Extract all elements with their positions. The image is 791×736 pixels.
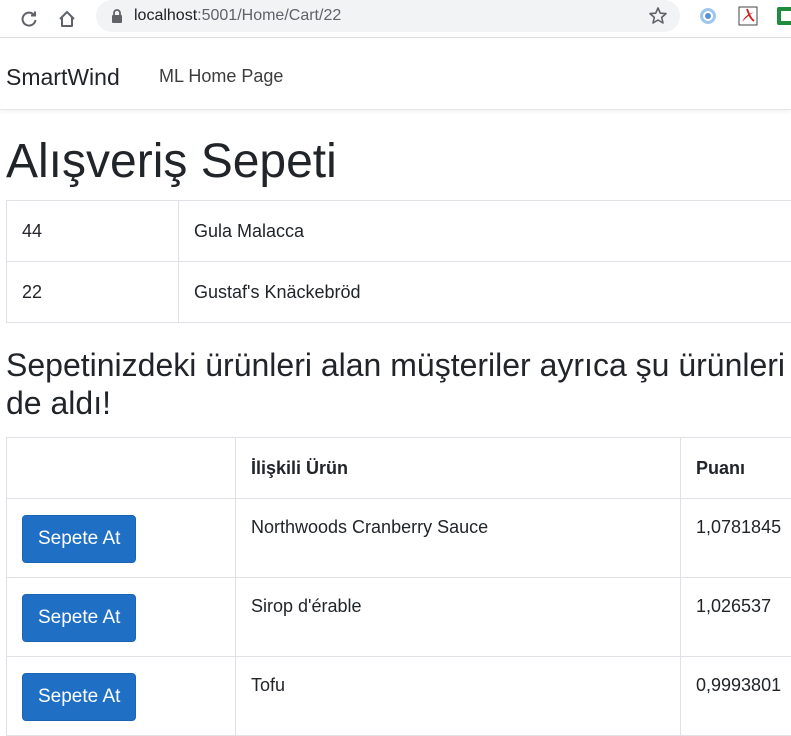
column-header-score: Puanı bbox=[681, 438, 791, 499]
action-cell: Sepete At bbox=[7, 578, 236, 657]
bookmark-star-icon[interactable] bbox=[648, 6, 668, 26]
cart-product-cell: Gustaf's Knäckebröd bbox=[179, 262, 791, 323]
cart-quantity-cell: 44 bbox=[7, 201, 179, 262]
site-navbar: SmartWind ML Home Page bbox=[0, 39, 791, 110]
table-row: Sepete At Northwoods Cranberry Sauce 1,0… bbox=[7, 499, 791, 578]
table-row: Sepete At Sirop d'érable 1,026537 bbox=[7, 578, 791, 657]
extension-globe-icon[interactable] bbox=[698, 6, 718, 26]
action-cell: Sepete At bbox=[7, 499, 236, 578]
browser-toolbar: localhost:5001/Home/Cart/22 bbox=[0, 0, 791, 38]
page-title: Alışveriş Sepeti bbox=[6, 133, 337, 191]
column-header-related-product: İlişkili Ürün bbox=[236, 438, 681, 499]
cart-table: 44 Gula Malacca 22 Gustaf's Knäckebröd bbox=[6, 200, 791, 323]
add-to-cart-button[interactable]: Sepete At bbox=[22, 594, 136, 642]
reload-button[interactable] bbox=[14, 4, 44, 34]
table-header-row: İlişkili Ürün Puanı bbox=[7, 438, 791, 499]
score-cell: 1,0781845 bbox=[681, 499, 791, 578]
home-icon bbox=[57, 9, 77, 29]
nav-link-ml-home[interactable]: ML Home Page bbox=[159, 65, 283, 87]
url-host: localhost bbox=[134, 7, 197, 24]
recommendations-heading: Sepetinizdeki ürünleri alan müşteriler a… bbox=[6, 346, 786, 422]
cart-row: 22 Gustaf's Knäckebröd bbox=[7, 262, 791, 323]
column-header-action bbox=[7, 438, 236, 499]
lock-icon bbox=[110, 8, 124, 24]
cart-quantity-cell: 22 bbox=[7, 262, 179, 323]
address-bar[interactable]: localhost:5001/Home/Cart/22 bbox=[96, 0, 680, 32]
cart-product-cell: Gula Malacca bbox=[179, 201, 791, 262]
reload-icon bbox=[19, 9, 39, 29]
action-cell: Sepete At bbox=[7, 657, 236, 736]
add-to-cart-button[interactable]: Sepete At bbox=[22, 673, 136, 721]
address-url: localhost:5001/Home/Cart/22 bbox=[134, 6, 341, 26]
related-product-cell: Sirop d'érable bbox=[236, 578, 681, 657]
score-cell: 0,9993801 bbox=[681, 657, 791, 736]
pdf-extension-icon[interactable] bbox=[738, 6, 758, 26]
url-path: :5001/Home/Cart/22 bbox=[197, 7, 341, 24]
table-row: Sepete At Tofu 0,9993801 bbox=[7, 657, 791, 736]
add-to-cart-button[interactable]: Sepete At bbox=[22, 515, 136, 563]
brand-link[interactable]: SmartWind bbox=[6, 63, 120, 91]
score-cell: 1,026537 bbox=[681, 578, 791, 657]
cart-row: 44 Gula Malacca bbox=[7, 201, 791, 262]
sheet-extension-icon[interactable] bbox=[776, 6, 791, 26]
related-product-cell: Tofu bbox=[236, 657, 681, 736]
home-button[interactable] bbox=[52, 4, 82, 34]
recommendations-table: İlişkili Ürün Puanı Sepete At Northwoods… bbox=[6, 437, 791, 736]
related-product-cell: Northwoods Cranberry Sauce bbox=[236, 499, 681, 578]
